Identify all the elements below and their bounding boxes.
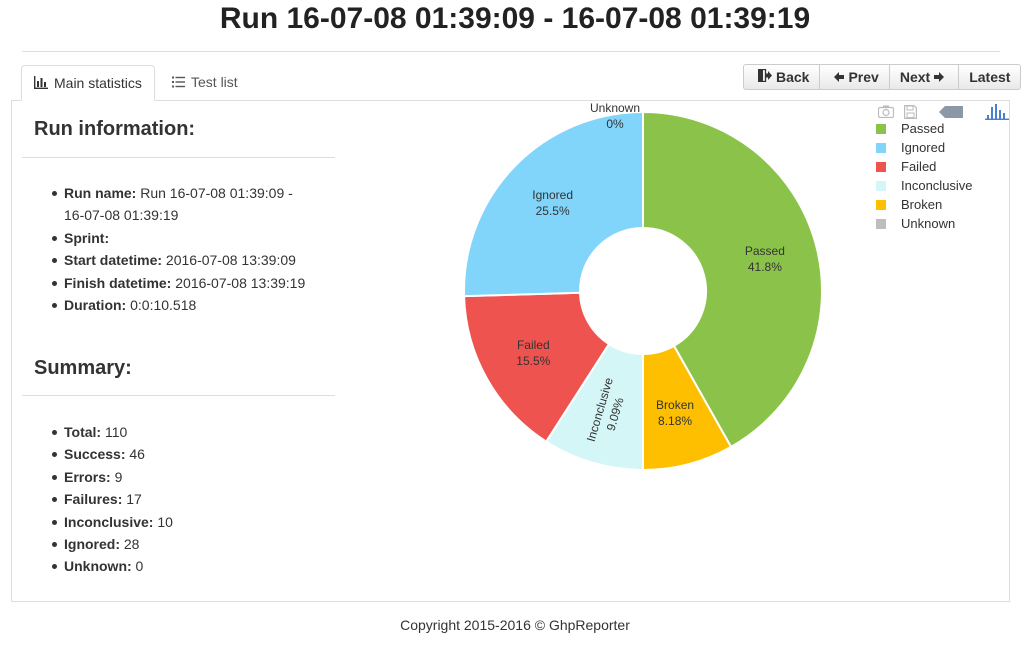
back-button-label: Back [776, 69, 810, 85]
footer-copyright: Copyright 2015-2016 © GhpReporter [400, 617, 630, 633]
tab-test-list-label: Test list [191, 74, 238, 90]
failures-item: Failures: 17 [52, 488, 173, 510]
back-button[interactable]: Back [743, 64, 821, 90]
legend-swatch-ignored [876, 143, 886, 153]
run-information-divider [22, 157, 335, 158]
next-button-label: Next [899, 69, 931, 85]
page-title: Run 16-07-08 01:39:09 - 16-07-08 01:39:1… [219, 2, 811, 35]
arrow-right-icon [934, 65, 945, 89]
latest-button[interactable]: Latest [958, 64, 1022, 90]
histogram-icon[interactable] [985, 103, 1009, 125]
inconclusive-item: Inconclusive: 10 [52, 511, 173, 533]
run-information-heading: Run information: [34, 118, 196, 140]
errors-item: Errors: 9 [52, 466, 173, 488]
prev-button[interactable]: Prev [819, 64, 890, 90]
legend-label-inconclusive: Inconclusive [901, 178, 973, 193]
ignored-item: Ignored: 28 [52, 533, 173, 555]
legend-label-broken: Broken [901, 197, 943, 212]
legend-label-ignored: Ignored [901, 140, 946, 155]
arrow-left-icon [834, 65, 845, 89]
sign-out-icon [757, 65, 772, 89]
legend-swatch-broken [876, 200, 886, 210]
unknown-item: Unknown: 0 [52, 555, 173, 577]
legend-item-passed[interactable]: Passed [874, 119, 973, 138]
legend-swatch-failed [876, 162, 886, 172]
run-name-item: Run name: Run 16-07-08 01:39:09 - [51, 182, 305, 204]
legend-item-ignored[interactable]: Ignored [874, 138, 973, 157]
legend-item-failed[interactable]: Failed [874, 157, 973, 176]
summary-divider [22, 395, 335, 396]
duration-item: Duration: 0:0:10.518 [51, 294, 305, 316]
next-button[interactable]: Next [888, 64, 960, 90]
chart-legend: Passed Ignored Failed Inconclusive Broken Unk… [874, 119, 973, 233]
legend-swatch-unknown [876, 219, 886, 229]
run-information-list: Run name: Run 16-07-08 01:39:09 - 16-07-… [22, 182, 305, 316]
success-item: Success: 46 [52, 443, 173, 465]
navigation-button-group: Back Prev Next Latest [743, 64, 1022, 90]
run-name-continuation: 16-07-08 01:39:19 [64, 207, 179, 224]
start-datetime-item: Start datetime: 2016-07-08 13:39:09 [51, 249, 305, 271]
summary-list: Total: 110 Success: 46 Errors: 9 Failure… [22, 421, 173, 578]
legend-item-unknown[interactable]: Unknown [874, 214, 973, 233]
summary-heading: Summary: [34, 357, 132, 379]
legend-swatch-passed [876, 124, 886, 134]
latest-button-label: Latest [969, 69, 1011, 85]
legend-label-passed: Passed [901, 121, 945, 136]
title-divider [22, 51, 1000, 52]
sprint-item: Sprint: [51, 227, 305, 249]
prev-button-label: Prev [848, 69, 879, 85]
legend-swatch-inconclusive [876, 181, 886, 191]
total-item: Total: 110 [52, 421, 173, 443]
tab-main-statistics[interactable]: Main statistics [21, 65, 155, 101]
tab-main-statistics-label: Main statistics [54, 75, 142, 91]
tab-test-list[interactable]: Test list [160, 65, 250, 100]
list-icon [172, 66, 185, 101]
finish-datetime-item: Finish datetime: 2016-07-08 13:39:19 [51, 272, 305, 294]
bar-chart-icon [34, 67, 48, 102]
legend-label-unknown: Unknown [901, 216, 956, 231]
legend-label-failed: Failed [901, 159, 937, 174]
legend-item-broken[interactable]: Broken [874, 195, 973, 214]
legend-item-inconclusive[interactable]: Inconclusive [874, 176, 973, 195]
